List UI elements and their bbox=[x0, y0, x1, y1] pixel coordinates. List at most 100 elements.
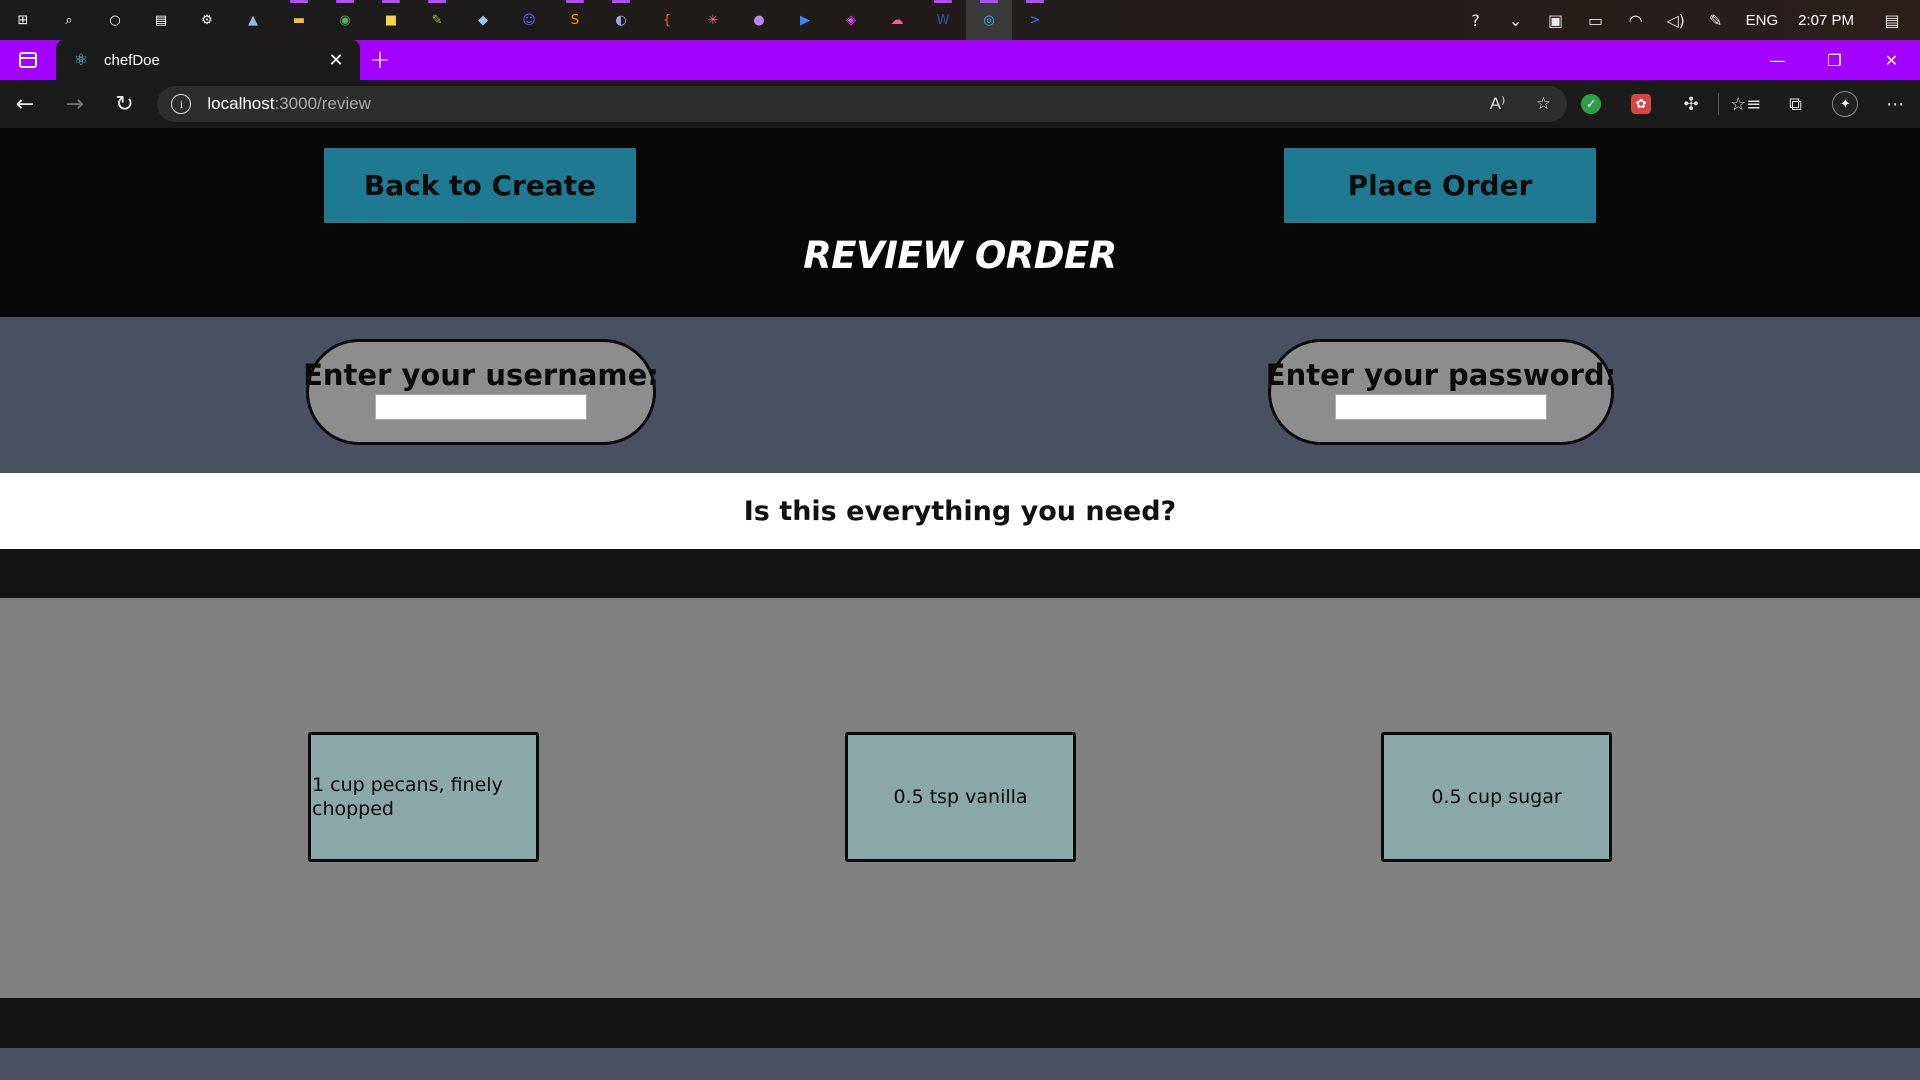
wifi-icon[interactable]: ◠ bbox=[1616, 0, 1656, 40]
credentials-band bbox=[0, 317, 1920, 473]
notifications-icon[interactable]: ▤ bbox=[1864, 0, 1920, 40]
page-title: REVIEW ORDER bbox=[803, 234, 1117, 277]
language-indicator[interactable]: ENG bbox=[1736, 12, 1789, 29]
paint-icon-glyph: ◈ bbox=[846, 12, 856, 28]
settings-icon[interactable]: ⚙ bbox=[184, 0, 230, 40]
github-icon[interactable]: ● bbox=[736, 0, 782, 40]
url-host: localhost bbox=[207, 94, 275, 113]
sublime-icon[interactable]: S bbox=[552, 0, 598, 40]
password-input[interactable] bbox=[1335, 394, 1547, 420]
word-icon[interactable]: W bbox=[920, 0, 966, 40]
username-box: Enter your username: bbox=[303, 339, 659, 445]
tab-title: chefDoe bbox=[104, 51, 160, 69]
edge-icon-glyph: ◎ bbox=[983, 12, 995, 28]
zoom-icon[interactable]: ▶ bbox=[782, 0, 828, 40]
place-order-button[interactable]: Place Order bbox=[1284, 148, 1596, 223]
page-header: Back to Create Place Order REVIEW ORDER bbox=[0, 128, 1920, 317]
file-explorer-icon-glyph: ▬ bbox=[292, 12, 306, 28]
collections-icon[interactable]: ⧉ bbox=[1771, 80, 1821, 128]
network-icon-glyph: ✳ bbox=[707, 12, 719, 28]
notepad-icon-glyph: ✎ bbox=[431, 12, 443, 28]
edge-icon[interactable]: ◎ bbox=[966, 0, 1012, 40]
extension-check-icon[interactable]: ✓ bbox=[1567, 80, 1617, 128]
github-icon-glyph: ● bbox=[753, 12, 765, 28]
restore-icon[interactable]: ❐ bbox=[1806, 40, 1863, 80]
windows-taskbar: ⊞ ⌕ ○ ▤ ⚙ ▲ ▬ ◉ ■ ✎ ◆ ☺ S ◐ { ✳ ● ▶ ◈ ☁ W ◎ > ? ⌄ ▣ ▭ ◠ ◁) ✎ E… bbox=[0, 0, 1920, 40]
ingredient-card[interactable]: 0.5 cup sugar bbox=[1381, 732, 1612, 862]
brackets-icon[interactable]: { bbox=[644, 0, 690, 40]
username-input[interactable] bbox=[375, 394, 587, 420]
confirmation-question: Is this everything you need? bbox=[0, 473, 1920, 549]
windows-start-icon-glyph: ⊞ bbox=[17, 12, 29, 28]
volume-icon[interactable]: ◁) bbox=[1656, 0, 1696, 40]
react-favicon-icon: ⚛ bbox=[73, 52, 89, 69]
app-icon[interactable]: ◆ bbox=[460, 0, 506, 40]
cortana-icon[interactable]: ○ bbox=[92, 0, 138, 40]
back-arrow-icon[interactable]: ← bbox=[0, 80, 50, 128]
chevron-up-icon[interactable]: ⌄ bbox=[1496, 0, 1536, 40]
network-icon[interactable]: ✳ bbox=[690, 0, 736, 40]
cloud-icon-glyph: ☁ bbox=[890, 12, 904, 28]
favorites-icon[interactable]: ☆≡ bbox=[1721, 80, 1771, 128]
app-icon-glyph: ◆ bbox=[478, 12, 488, 28]
password-box: Enter your password: bbox=[1266, 339, 1616, 445]
url-path: :3000/review bbox=[274, 94, 371, 113]
chrome-icon-glyph: ◉ bbox=[339, 12, 351, 28]
zoom-icon-glyph: ▶ bbox=[800, 12, 810, 28]
task-view-icon[interactable]: ▤ bbox=[138, 0, 184, 40]
cortana-icon-glyph: ○ bbox=[109, 12, 121, 28]
read-aloud-icon[interactable]: A⁾ bbox=[1475, 86, 1521, 122]
add-favorite-icon[interactable]: ☆ bbox=[1521, 86, 1567, 122]
battery-icon[interactable]: ▭ bbox=[1576, 0, 1616, 40]
terminal-icon[interactable]: > bbox=[1012, 0, 1058, 40]
forward-arrow-icon[interactable]: → bbox=[50, 80, 100, 128]
toolbar-divider bbox=[1717, 93, 1719, 115]
ingredient-card[interactable]: 0.5 tsp vanilla bbox=[845, 732, 1076, 862]
close-tab-icon[interactable]: ✕ bbox=[324, 50, 348, 71]
back-to-create-button[interactable]: Back to Create bbox=[324, 148, 636, 223]
tab-chefdoe[interactable]: ⚛ chefDoe ✕ bbox=[56, 40, 360, 80]
tab-actions-button[interactable] bbox=[0, 40, 56, 80]
window-controls: — ❐ ✕ bbox=[1749, 40, 1920, 80]
sticky-notes-icon[interactable]: ■ bbox=[368, 0, 414, 40]
terminal-icon-glyph: > bbox=[1029, 12, 1041, 28]
photos-icon[interactable]: ▲ bbox=[230, 0, 276, 40]
address-bar[interactable]: i localhost:3000/review A⁾ ☆ bbox=[157, 86, 1567, 122]
sticky-notes-icon-glyph: ■ bbox=[384, 12, 398, 28]
site-info-icon[interactable]: i bbox=[171, 94, 192, 114]
more-options-icon[interactable]: ⋯ bbox=[1870, 80, 1920, 128]
minimize-icon[interactable]: — bbox=[1749, 40, 1806, 80]
close-window-icon[interactable]: ✕ bbox=[1863, 40, 1920, 80]
extensions-puzzle-icon[interactable]: ✣ bbox=[1666, 80, 1716, 128]
ingredients-area: 1 cup pecans, finely chopped 0.5 tsp van… bbox=[0, 598, 1920, 998]
ingredient-card[interactable]: 1 cup pecans, finely chopped bbox=[308, 732, 539, 862]
discord-icon[interactable]: ☺ bbox=[506, 0, 552, 40]
footer-strip bbox=[0, 1048, 1920, 1080]
paint-icon[interactable]: ◈ bbox=[828, 0, 874, 40]
help-icon[interactable]: ? bbox=[1456, 0, 1496, 40]
clock[interactable]: 2:07 PM bbox=[1788, 12, 1864, 29]
notepad-icon[interactable]: ✎ bbox=[414, 0, 460, 40]
profile-avatar-icon[interactable]: ✦ bbox=[1820, 80, 1870, 128]
extension-red-icon[interactable]: ✿ bbox=[1616, 80, 1666, 128]
display-icon[interactable]: ▣ bbox=[1536, 0, 1576, 40]
app-icon-2[interactable]: ◐ bbox=[598, 0, 644, 40]
photos-icon-glyph: ▲ bbox=[248, 12, 258, 28]
taskbar-apps: ⊞ ⌕ ○ ▤ ⚙ ▲ ▬ ◉ ■ ✎ ◆ ☺ S ◐ { ✳ ● ▶ ◈ ☁ W ◎ > bbox=[0, 0, 1058, 40]
discord-icon-glyph: ☺ bbox=[522, 12, 536, 28]
file-explorer-icon[interactable]: ▬ bbox=[276, 0, 322, 40]
brackets-icon-glyph: { bbox=[662, 12, 672, 28]
search-icon[interactable]: ⌕ bbox=[46, 0, 92, 40]
pen-icon[interactable]: ✎ bbox=[1696, 0, 1736, 40]
refresh-icon[interactable]: ↻ bbox=[100, 80, 150, 128]
page-content: Back to Create Place Order REVIEW ORDER … bbox=[0, 128, 1920, 1080]
tab-actions-icon bbox=[19, 52, 37, 68]
chrome-icon[interactable]: ◉ bbox=[322, 0, 368, 40]
username-label: Enter your username: bbox=[303, 358, 659, 392]
cloud-icon[interactable]: ☁ bbox=[874, 0, 920, 40]
word-icon-glyph: W bbox=[936, 12, 950, 28]
browser-tab-strip: ⚛ chefDoe ✕ + — ❐ ✕ bbox=[0, 40, 1920, 80]
settings-icon-glyph: ⚙ bbox=[201, 12, 213, 28]
windows-start-icon[interactable]: ⊞ bbox=[0, 0, 46, 40]
new-tab-button[interactable]: + bbox=[360, 40, 400, 80]
